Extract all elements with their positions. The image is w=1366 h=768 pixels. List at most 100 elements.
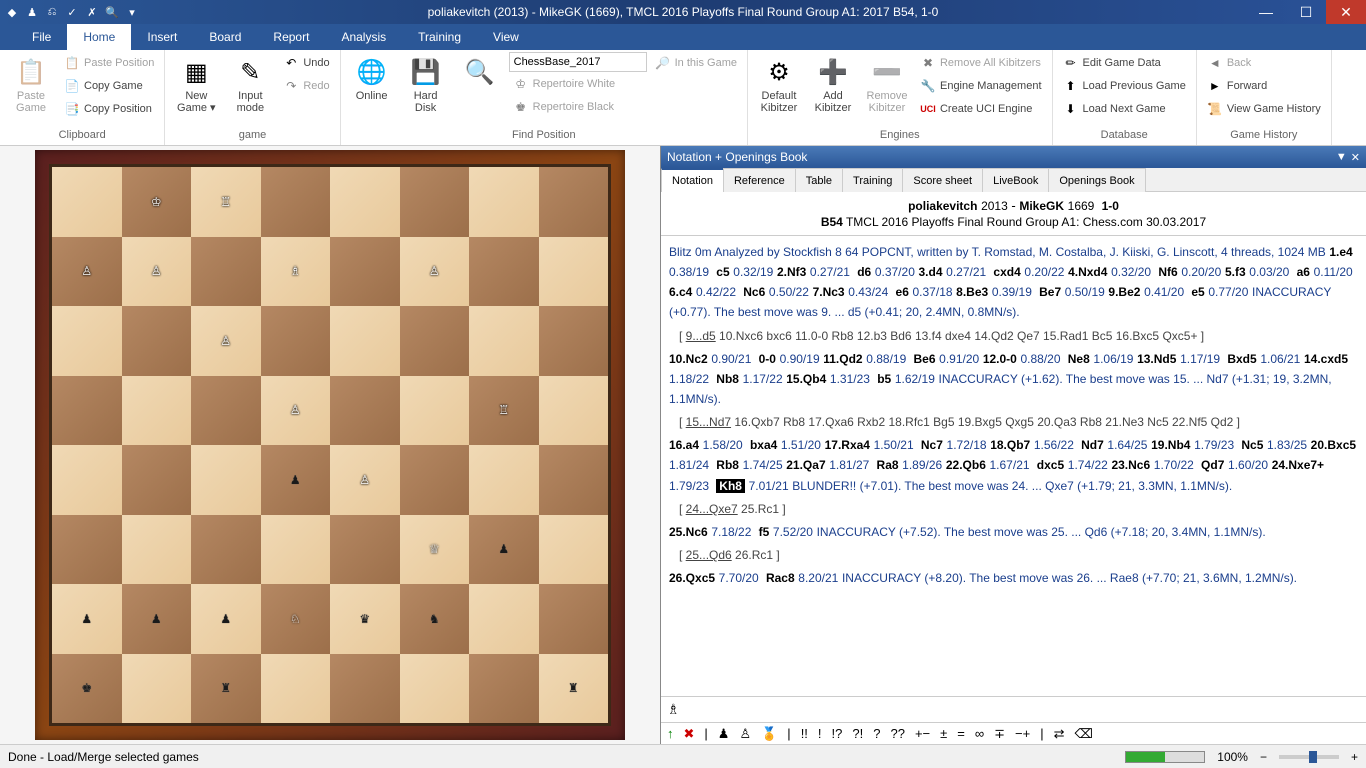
square-4-3[interactable]: ♟: [261, 445, 331, 515]
tb-pawn-black-icon[interactable]: ♟: [718, 726, 730, 742]
tab-notation[interactable]: Notation: [661, 168, 724, 192]
repertoire-black-button[interactable]: ♚Repertoire Black: [509, 96, 647, 118]
tb-cross-icon[interactable]: ✖: [684, 726, 695, 742]
repertoire-white-button[interactable]: ♔Repertoire White: [509, 73, 647, 95]
menu-insert[interactable]: Insert: [131, 24, 193, 50]
edit-game-data-button[interactable]: ✏Edit Game Data: [1059, 52, 1190, 74]
square-1-4[interactable]: [330, 237, 400, 307]
piece-wP[interactable]: ♙: [151, 265, 162, 277]
square-4-5[interactable]: [400, 445, 470, 515]
square-2-1[interactable]: [122, 306, 192, 376]
square-7-6[interactable]: [469, 654, 539, 724]
square-4-4[interactable]: ♙: [330, 445, 400, 515]
load-next-button[interactable]: ⬇Load Next Game: [1059, 98, 1190, 120]
add-kibitzer-button[interactable]: ➕Add Kibitzer: [808, 52, 858, 118]
piece-wR[interactable]: ♖: [220, 196, 231, 208]
square-4-0[interactable]: [52, 445, 122, 515]
tb-excellent[interactable]: !!: [801, 726, 808, 741]
harddisk-button[interactable]: 💾Hard Disk: [401, 52, 451, 118]
piece-wQ[interactable]: ♕: [429, 543, 440, 555]
piece-bR[interactable]: ♜: [568, 682, 579, 694]
tb-good[interactable]: !: [818, 726, 822, 741]
piece-bK[interactable]: ♚: [81, 682, 92, 694]
paste-position-button[interactable]: 📋Paste Position: [60, 52, 158, 74]
square-3-5[interactable]: [400, 376, 470, 446]
square-4-6[interactable]: [469, 445, 539, 515]
piece-wP[interactable]: ♙: [81, 265, 92, 277]
zoom-slider[interactable]: [1279, 755, 1339, 759]
piece-wK[interactable]: ♔: [151, 196, 162, 208]
redo-button[interactable]: ↷Redo: [279, 75, 333, 97]
default-kibitzer-button[interactable]: ⚙Default Kibitzer: [754, 52, 804, 118]
piece-bP[interactable]: ♟: [498, 543, 509, 555]
square-3-0[interactable]: [52, 376, 122, 446]
square-5-2[interactable]: [191, 515, 261, 585]
qa-icon-5[interactable]: 🔍: [104, 4, 120, 20]
square-7-1[interactable]: [122, 654, 192, 724]
square-6-1[interactable]: ♟: [122, 584, 192, 654]
square-1-2[interactable]: [191, 237, 261, 307]
zoom-minus[interactable]: −: [1260, 750, 1267, 764]
piece-wP[interactable]: ♙: [429, 265, 440, 277]
input-mode-button[interactable]: ✎Input mode: [225, 52, 275, 118]
square-7-2[interactable]: ♜: [191, 654, 261, 724]
square-5-1[interactable]: [122, 515, 192, 585]
piece-wP[interactable]: ♙: [290, 404, 301, 416]
piece-wB[interactable]: ♗: [290, 265, 301, 277]
square-2-6[interactable]: [469, 306, 539, 376]
square-0-7[interactable]: [539, 167, 609, 237]
square-5-6[interactable]: ♟: [469, 515, 539, 585]
copy-game-button[interactable]: 📄Copy Game: [60, 75, 158, 97]
tb-eraser-icon[interactable]: ⌫: [1075, 726, 1093, 742]
square-1-0[interactable]: ♙: [52, 237, 122, 307]
zoom-plus[interactable]: +: [1351, 750, 1358, 764]
database-selector[interactable]: [509, 52, 647, 72]
square-7-4[interactable]: [330, 654, 400, 724]
online-button[interactable]: 🌐Online: [347, 52, 397, 106]
tab-livebook[interactable]: LiveBook: [982, 168, 1049, 192]
piece-bR[interactable]: ♜: [220, 682, 231, 694]
square-1-7[interactable]: [539, 237, 609, 307]
square-0-5[interactable]: [400, 167, 470, 237]
remove-all-kibitzers-button[interactable]: ✖Remove All Kibitzers: [916, 52, 1046, 74]
square-5-5[interactable]: ♕: [400, 515, 470, 585]
chess-board[interactable]: ♔♖♙♙♗♙♙♙♖♟♙♕♟♟♟♟♘♛♞♚♜♜: [49, 164, 611, 726]
tab-table[interactable]: Table: [795, 168, 843, 192]
new-game-button[interactable]: ▦New Game ▾: [171, 52, 221, 118]
piece-wN[interactable]: ♘: [290, 613, 301, 625]
square-2-4[interactable]: [330, 306, 400, 376]
qa-icon-4[interactable]: ✗: [84, 4, 100, 20]
tb-plusminus[interactable]: +−: [915, 726, 930, 741]
square-6-7[interactable]: [539, 584, 609, 654]
piece-bQ[interactable]: ♛: [359, 613, 370, 625]
menu-home[interactable]: Home: [67, 24, 131, 50]
close-button[interactable]: ✕: [1326, 0, 1366, 24]
square-2-5[interactable]: [400, 306, 470, 376]
square-5-7[interactable]: [539, 515, 609, 585]
square-6-0[interactable]: ♟: [52, 584, 122, 654]
square-4-1[interactable]: [122, 445, 192, 515]
in-this-game-button[interactable]: 🔎In this Game: [651, 52, 741, 74]
piece-bP[interactable]: ♟: [151, 613, 162, 625]
copy-position-button[interactable]: 📑Copy Position: [60, 98, 158, 120]
piece-wR[interactable]: ♖: [498, 404, 509, 416]
piece-wP[interactable]: ♙: [359, 474, 370, 486]
minimize-button[interactable]: —: [1246, 0, 1286, 24]
menu-training[interactable]: Training: [402, 24, 477, 50]
tb-pawn-white-icon[interactable]: ♙: [739, 726, 751, 742]
square-6-6[interactable]: [469, 584, 539, 654]
square-0-6[interactable]: [469, 167, 539, 237]
panel-dropdown-icon[interactable]: ▼: [1336, 151, 1347, 164]
tb-minusequals[interactable]: ∓: [994, 726, 1005, 742]
tb-interesting[interactable]: !?: [832, 726, 843, 741]
qa-icon-1[interactable]: ♟: [24, 4, 40, 20]
panel-close-icon[interactable]: ✕: [1351, 151, 1360, 164]
tb-minusplus[interactable]: −+: [1015, 726, 1030, 741]
piece-wP[interactable]: ♙: [220, 335, 231, 347]
forward-button[interactable]: ►Forward: [1203, 75, 1325, 97]
square-3-1[interactable]: [122, 376, 192, 446]
square-7-3[interactable]: [261, 654, 331, 724]
square-2-2[interactable]: ♙: [191, 306, 261, 376]
tb-swap-icon[interactable]: ⇄: [1054, 726, 1065, 742]
menu-file[interactable]: File: [16, 24, 67, 50]
